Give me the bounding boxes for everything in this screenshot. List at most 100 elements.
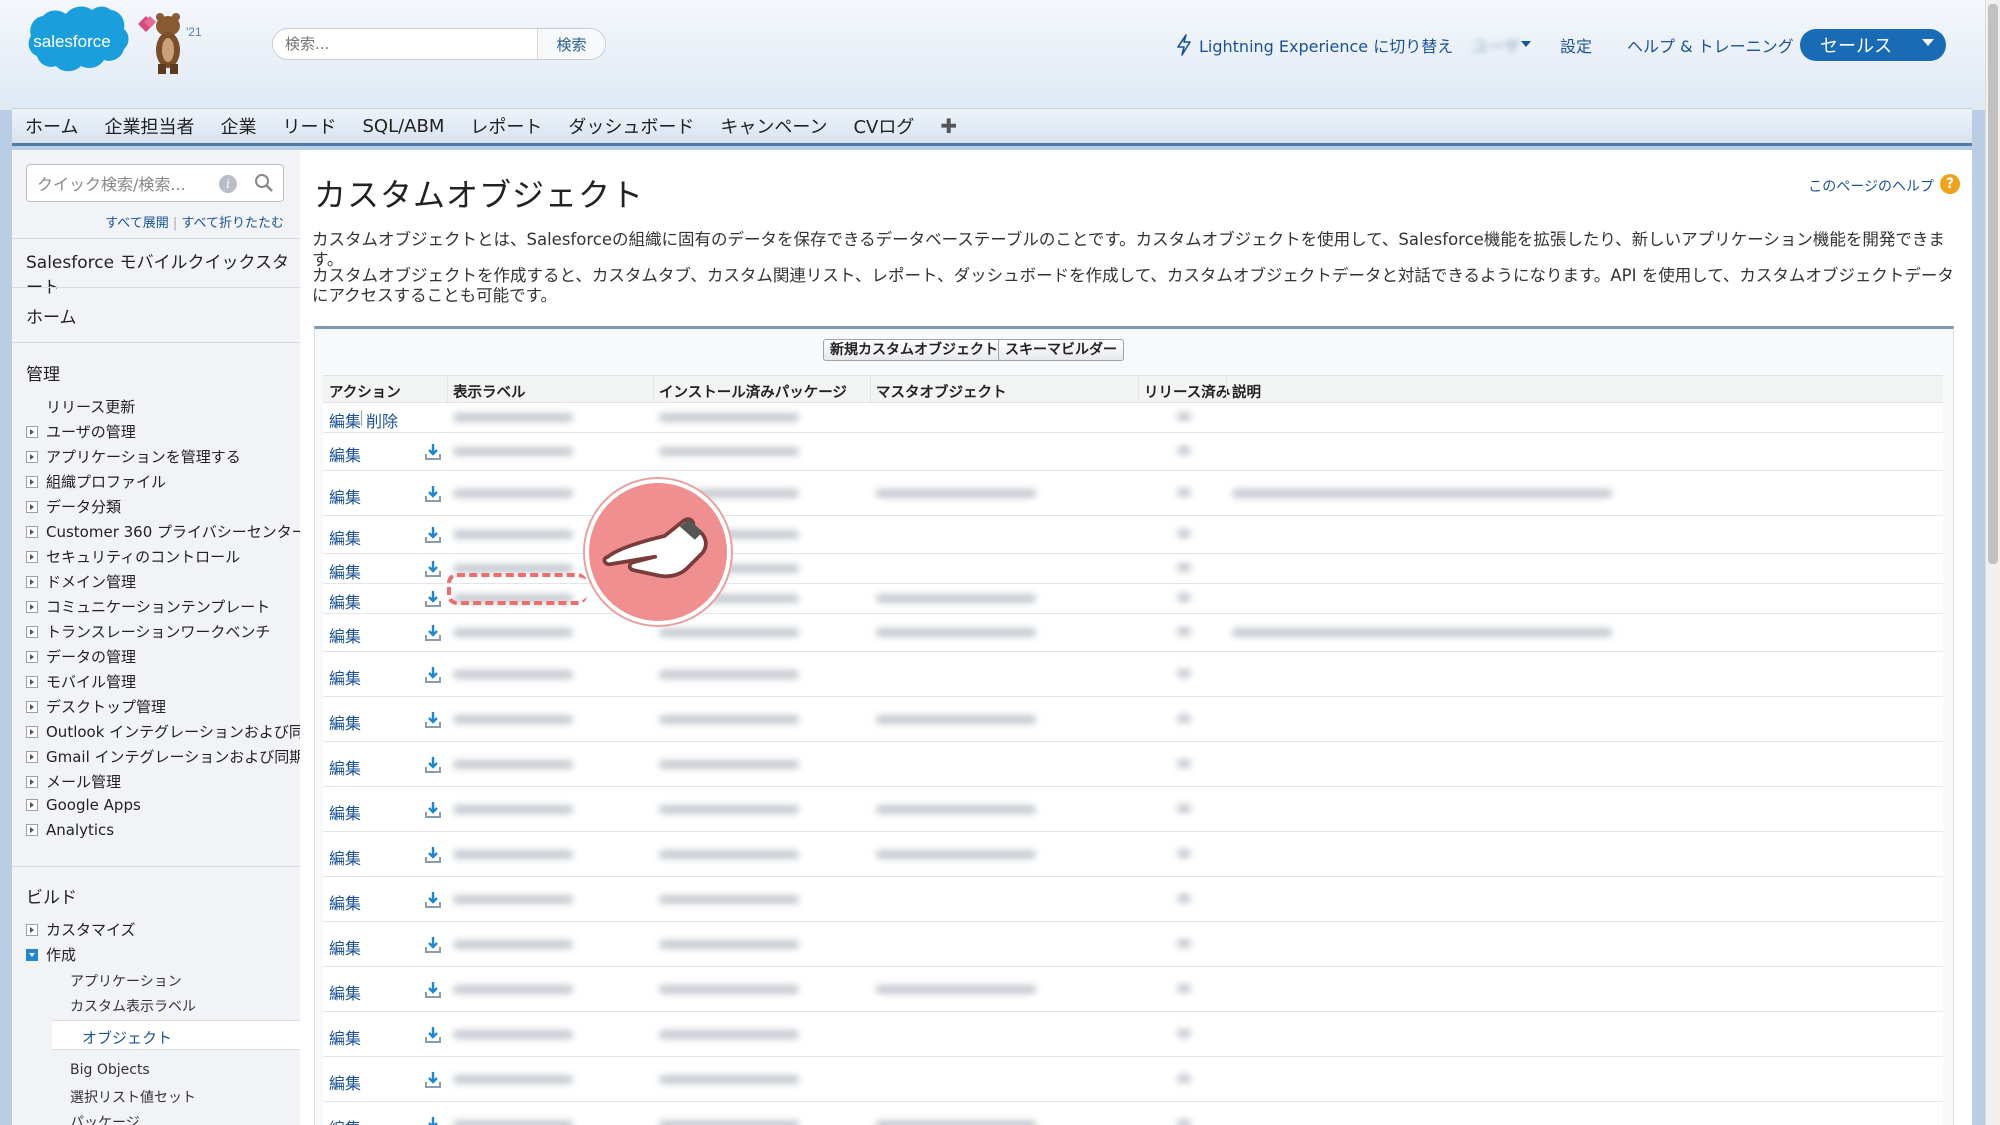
expand-toggle-icon[interactable] bbox=[26, 550, 38, 563]
column-header-package[interactable]: インストール済みパッケージ bbox=[659, 381, 847, 402]
tab-dashboards[interactable]: ダッシュボード bbox=[555, 113, 707, 139]
tab-home[interactable]: ホーム bbox=[12, 113, 91, 139]
sidebar-subitem-custom-labels[interactable]: カスタム表示ラベル bbox=[70, 996, 196, 1016]
sidebar-subitem-picklist-value-sets[interactable]: 選択リスト値セット bbox=[70, 1087, 196, 1107]
user-menu[interactable]: ユーザ bbox=[1472, 33, 1520, 57]
sidebar-item-security[interactable]: セキュリティのコントロール bbox=[26, 546, 240, 567]
expand-toggle-icon[interactable] bbox=[26, 725, 38, 738]
switch-lightning-link[interactable]: Lightning Experience に切り替え bbox=[1199, 33, 1453, 57]
sidebar-item-gmail[interactable]: Gmail インテグレーションおよび同期 bbox=[26, 746, 304, 767]
sidebar-item-apps[interactable]: アプリケーションを管理する bbox=[26, 446, 241, 467]
tab-campaigns[interactable]: キャンペーン bbox=[707, 113, 840, 139]
edit-link[interactable]: 編集 bbox=[329, 623, 361, 647]
sidebar-item-data-management[interactable]: データの管理 bbox=[26, 646, 136, 667]
sidebar-item-email[interactable]: メール管理 bbox=[26, 771, 121, 792]
edit-link[interactable]: 編集 bbox=[329, 442, 361, 466]
tab-reports[interactable]: レポート bbox=[457, 113, 555, 139]
sidebar-item-translation[interactable]: トランスレーションワークベンチ bbox=[26, 621, 270, 642]
column-header-deployed[interactable]: リリース済み bbox=[1144, 381, 1230, 402]
expand-toggle-icon[interactable] bbox=[26, 675, 38, 688]
column-header-description[interactable]: 説明 bbox=[1232, 381, 1261, 402]
tab-accounts[interactable]: 企業 bbox=[207, 113, 269, 139]
sidebar-item-create[interactable]: 作成 bbox=[26, 944, 76, 965]
new-custom-object-button[interactable]: 新規カスタムオブジェクト bbox=[823, 339, 1005, 361]
app-switcher-button[interactable]: セールス bbox=[1800, 29, 1946, 61]
edit-link[interactable]: 編集 bbox=[329, 845, 361, 869]
sidebar-item-release-updates[interactable]: リリース更新 bbox=[46, 396, 135, 417]
edit-link[interactable]: 編集 bbox=[329, 1070, 361, 1094]
sidebar-subitem-packages[interactable]: パッケージ bbox=[70, 1112, 140, 1125]
expand-toggle-icon[interactable] bbox=[26, 500, 38, 513]
sidebar-item-users[interactable]: ユーザの管理 bbox=[26, 421, 136, 442]
page-help-link[interactable]: このページのヘルプ bbox=[1808, 176, 1934, 196]
sidebar-subitem-objects-selected[interactable]: オブジェクト bbox=[52, 1020, 300, 1050]
edit-link[interactable]: 編集 bbox=[329, 1025, 361, 1049]
search-button[interactable]: 検索 bbox=[537, 29, 605, 59]
sidebar-item-desktop[interactable]: デスクトップ管理 bbox=[26, 696, 166, 717]
sidebar-item-data-classification[interactable]: データ分類 bbox=[26, 496, 121, 517]
page-scrollbar[interactable] bbox=[1985, 0, 2000, 1125]
sidebar-item-templates[interactable]: コミュニケーションテンプレート bbox=[26, 596, 270, 617]
edit-link[interactable]: 編集 bbox=[329, 800, 361, 824]
search-icon[interactable] bbox=[253, 172, 275, 194]
expand-toggle-icon[interactable] bbox=[26, 600, 38, 613]
quick-search-field[interactable]: クイック検索/検索... i bbox=[26, 164, 284, 202]
collapse-toggle-icon[interactable] bbox=[26, 948, 38, 961]
tab-sql-abm[interactable]: SQL/ABM bbox=[349, 116, 457, 137]
settings-link[interactable]: 設定 bbox=[1560, 33, 1592, 57]
column-header-label[interactable]: 表示ラベル bbox=[453, 381, 526, 402]
sidebar-item-mobile[interactable]: モバイル管理 bbox=[26, 671, 136, 692]
expand-toggle-icon[interactable] bbox=[26, 775, 38, 788]
expand-toggle-icon[interactable] bbox=[26, 575, 38, 588]
edit-link[interactable]: 編集 bbox=[329, 589, 361, 613]
user-menu-caret-icon[interactable] bbox=[1521, 41, 1531, 47]
edit-link[interactable]: 編集 bbox=[329, 408, 361, 432]
sidebar-item-privacy-center[interactable]: Customer 360 プライバシーセンター bbox=[26, 521, 307, 542]
sidebar-item-outlook[interactable]: Outlook インテグレーションおよび同期 bbox=[26, 721, 319, 742]
sidebar-item-google-apps[interactable]: Google Apps bbox=[26, 796, 141, 814]
sidebar-home-link[interactable]: ホーム bbox=[26, 303, 77, 328]
sidebar-item-customize[interactable]: カスタマイズ bbox=[26, 919, 136, 940]
expand-all-link[interactable]: すべて展開 bbox=[105, 216, 169, 231]
schema-builder-button[interactable]: スキーマビルダー bbox=[998, 339, 1124, 361]
column-header-action[interactable]: アクション bbox=[329, 381, 401, 402]
sidebar-item-org-profile[interactable]: 組織プロファイル bbox=[26, 471, 166, 492]
collapse-all-link[interactable]: すべて折りたたむ bbox=[181, 216, 284, 231]
tab-leads[interactable]: リード bbox=[269, 113, 349, 139]
edit-link[interactable]: 編集 bbox=[329, 935, 361, 959]
search-input[interactable] bbox=[273, 29, 537, 59]
tab-contacts[interactable]: 企業担当者 bbox=[91, 113, 207, 139]
sidebar-subitem-apps[interactable]: アプリケーション bbox=[70, 971, 182, 991]
edit-link[interactable]: 編集 bbox=[329, 665, 361, 689]
info-icon[interactable]: i bbox=[219, 175, 237, 193]
expand-toggle-icon[interactable] bbox=[26, 525, 38, 538]
expand-toggle-icon[interactable] bbox=[26, 625, 38, 638]
edit-link[interactable]: 編集 bbox=[329, 525, 361, 549]
expand-toggle-icon[interactable] bbox=[26, 425, 38, 438]
edit-link[interactable]: 編集 bbox=[329, 559, 361, 583]
edit-link[interactable]: 編集 bbox=[329, 1115, 361, 1125]
help-training-link[interactable]: ヘルプ & トレーニング bbox=[1627, 33, 1794, 57]
expand-toggle-icon[interactable] bbox=[26, 750, 38, 763]
expand-toggle-icon[interactable] bbox=[26, 824, 38, 836]
sidebar-item-domain[interactable]: ドメイン管理 bbox=[26, 571, 136, 592]
edit-link[interactable]: 編集 bbox=[329, 484, 361, 508]
edit-link[interactable]: 編集 bbox=[329, 980, 361, 1004]
column-header-master-object[interactable]: マスタオブジェクト bbox=[876, 381, 1007, 402]
salesforce-logo[interactable]: salesforce bbox=[22, 4, 130, 80]
expand-toggle-icon[interactable] bbox=[26, 799, 38, 811]
expand-toggle-icon[interactable] bbox=[26, 650, 38, 663]
help-icon[interactable]: ? bbox=[1940, 174, 1960, 194]
delete-link[interactable]: 削除 bbox=[366, 408, 398, 432]
edit-link[interactable]: 編集 bbox=[329, 890, 361, 914]
mobile-quickstart-link[interactable]: Salesforce モバイルクイックスタート bbox=[26, 248, 300, 298]
sidebar-subitem-big-objects[interactable]: Big Objects bbox=[70, 1062, 150, 1078]
tab-cv-log[interactable]: CVログ bbox=[840, 113, 927, 139]
edit-link[interactable]: 編集 bbox=[329, 710, 361, 734]
expand-toggle-icon[interactable] bbox=[26, 475, 38, 488]
sidebar-item-analytics[interactable]: Analytics bbox=[26, 821, 114, 839]
expand-toggle-icon[interactable] bbox=[26, 923, 38, 936]
tab-more-plus-icon[interactable]: ✚ bbox=[927, 114, 970, 138]
expand-toggle-icon[interactable] bbox=[26, 450, 38, 463]
edit-link[interactable]: 編集 bbox=[329, 755, 361, 779]
